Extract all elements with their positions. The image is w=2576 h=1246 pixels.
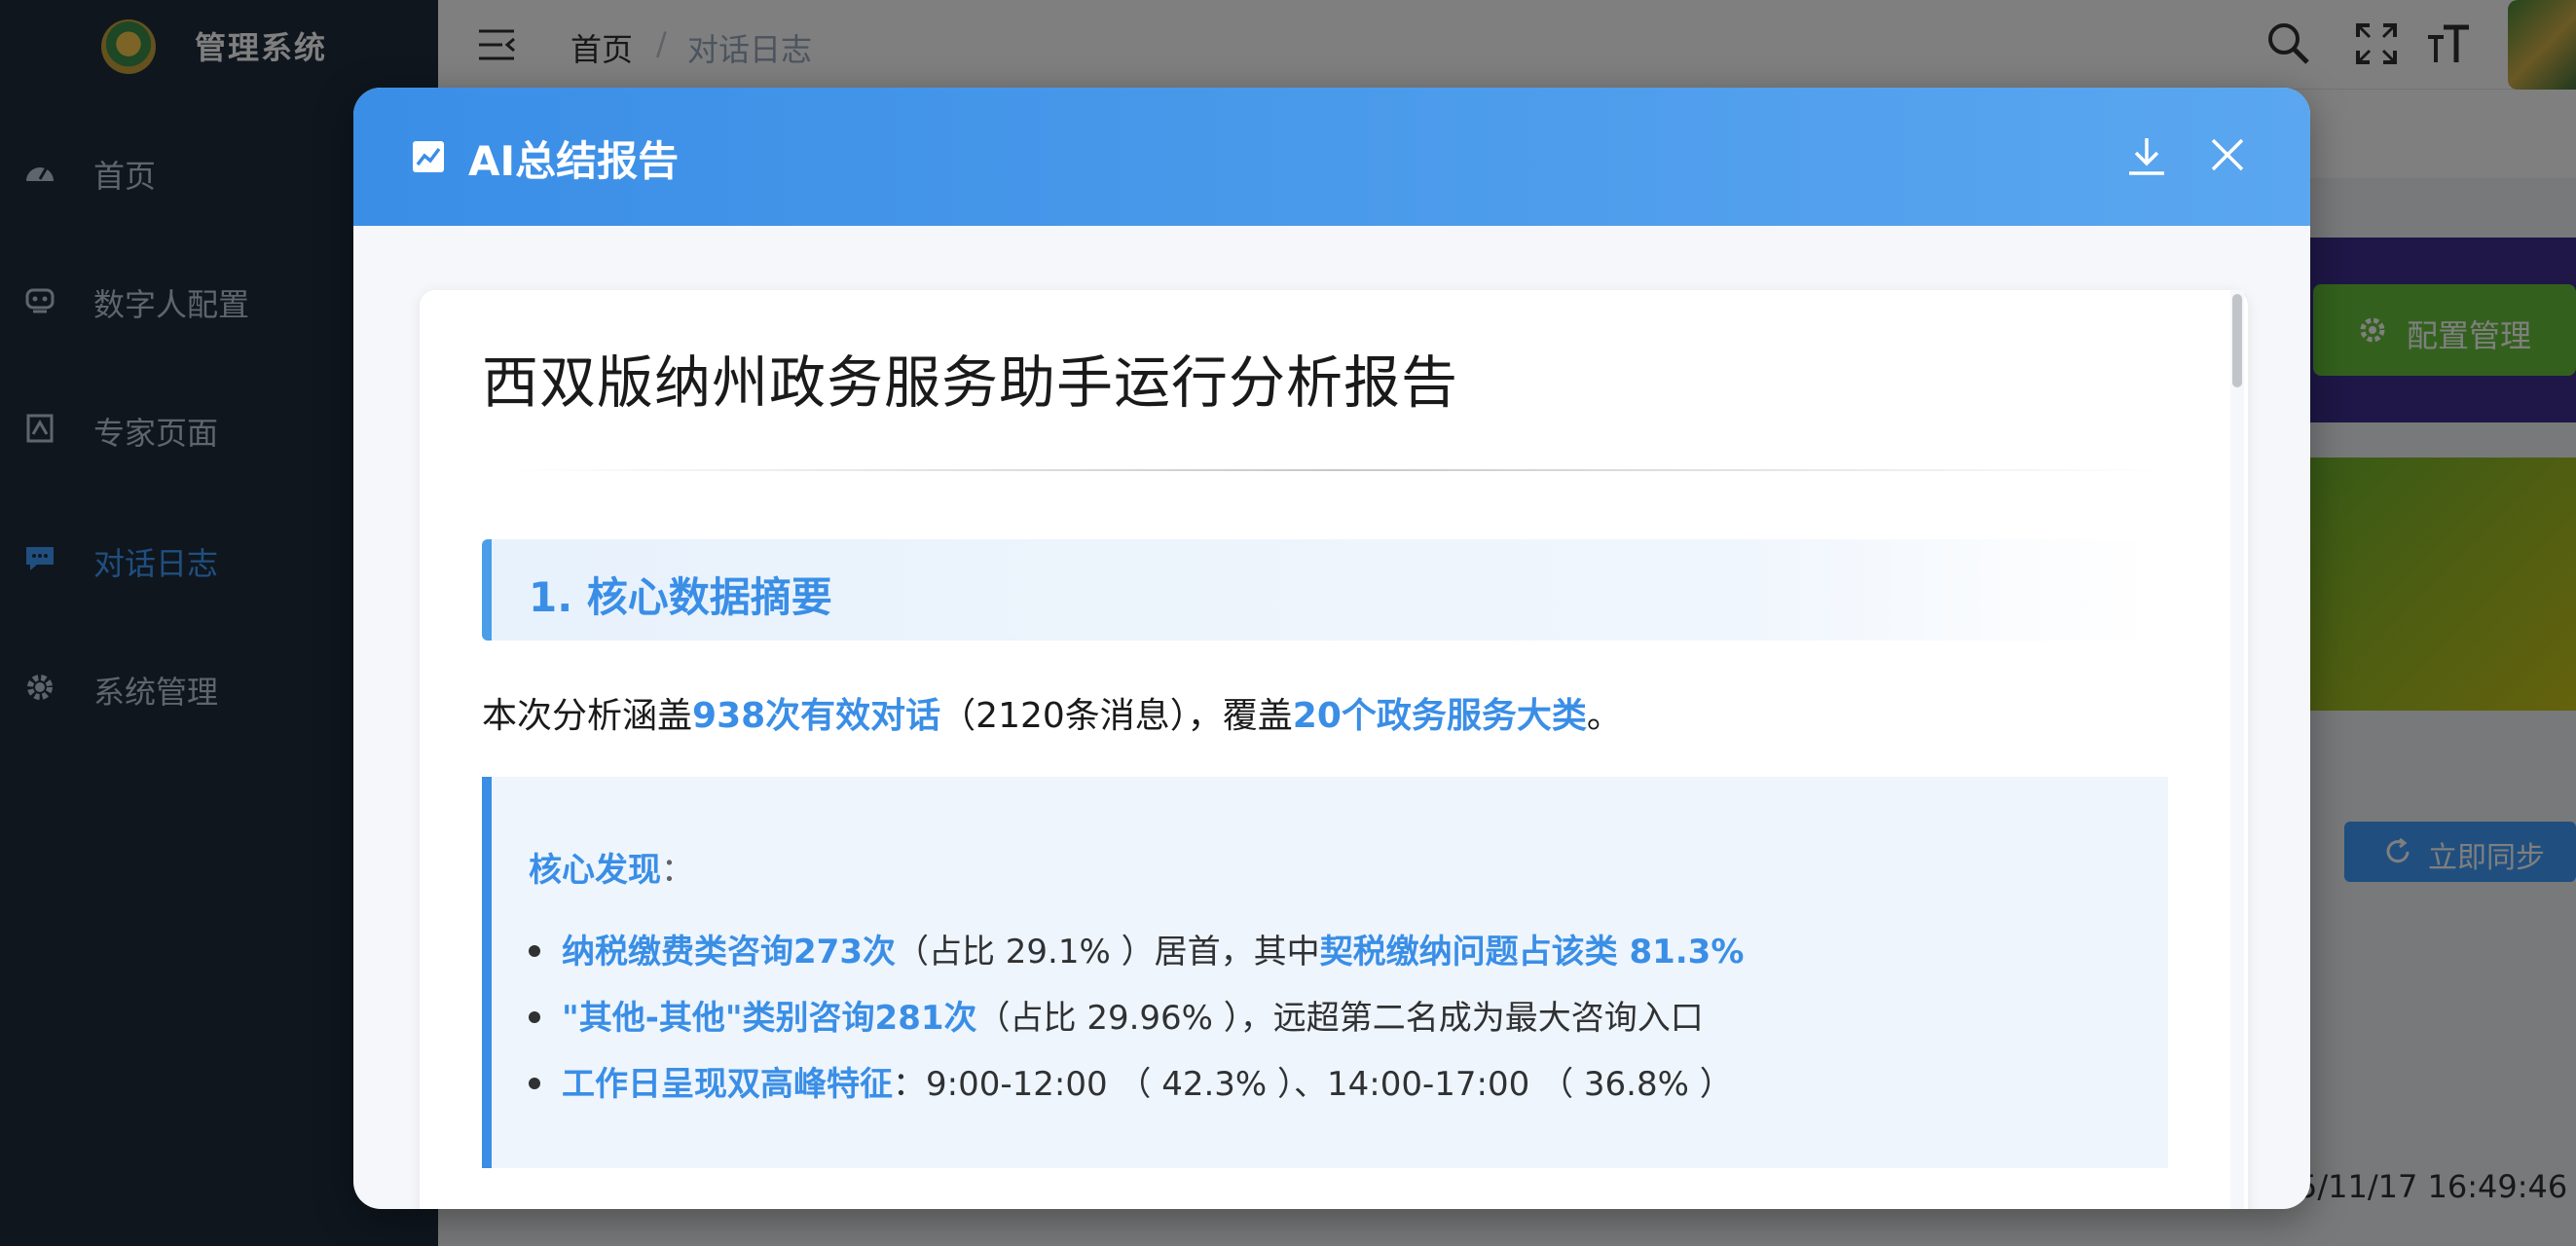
ai-report-dialog: AI总结报告 西双版纳州政务服务助手运行分析报告 1. 核心数据摘要 本次分析涵… xyxy=(353,88,2310,1209)
summary-paragraph: 本次分析涵盖938次有效对话（2120条消息），覆盖20个政务服务大类。 xyxy=(482,687,1622,738)
list-item: 工作日呈现双高峰特征：9:00-12:00 （ 42.3% ）、14:00-17… xyxy=(529,1057,1733,1105)
finding-highlight: 契税缴纳问题占该类 81.3% xyxy=(1319,933,1745,971)
list-item: 纳税缴费类咨询273次（占比 29.1% ）居首，其中契税缴纳问题占该类 81.… xyxy=(529,925,1744,972)
dialog-header: AI总结报告 xyxy=(353,88,2310,226)
bullet xyxy=(529,944,540,957)
summary-highlight: 20个政务服务大类 xyxy=(1292,696,1587,736)
section-header: 1. 核心数据摘要 xyxy=(482,539,2156,641)
scrollbar-track[interactable] xyxy=(2230,290,2244,1209)
close-icon[interactable] xyxy=(2209,136,2246,173)
findings-title-colon: ： xyxy=(661,851,694,890)
download-icon[interactable] xyxy=(2125,134,2168,177)
findings-box: 核心发现： 纳税缴费类咨询273次（占比 29.1% ）居首，其中契税缴纳问题占… xyxy=(482,777,2168,1168)
report-title: 西双版纳州政务服务助手运行分析报告 xyxy=(482,349,1459,416)
scrollbar-thumb[interactable] xyxy=(2232,294,2242,387)
report-body: 西双版纳州政务服务助手运行分析报告 1. 核心数据摘要 本次分析涵盖938次有效… xyxy=(420,290,2248,1209)
divider xyxy=(507,469,2162,471)
finding-text: ：9:00-12:00 （ 42.3% ）、14:00-17:00 （ 36.8… xyxy=(893,1065,1733,1104)
summary-text: （2120条消息），覆盖 xyxy=(940,696,1293,736)
summary-text: 。 xyxy=(1586,696,1622,736)
finding-text: （占比 29.1% ）居首，其中 xyxy=(895,933,1320,971)
trend-chart-icon xyxy=(413,141,444,172)
section-title: 1. 核心数据摘要 xyxy=(529,573,832,621)
dialog-title: AI总结报告 xyxy=(468,137,680,185)
finding-highlight: 纳税缴费类咨询273次 xyxy=(562,933,896,971)
finding-text: （占比 29.96% ），远超第二名成为最大咨询入口 xyxy=(976,999,1704,1038)
list-item: "其他-其他"类别咨询281次（占比 29.96% ），远超第二名成为最大咨询入… xyxy=(529,991,1704,1039)
findings-title: 核心发现： xyxy=(529,843,694,891)
summary-text: 本次分析涵盖 xyxy=(482,696,693,736)
bullet xyxy=(529,1010,540,1023)
summary-highlight: 938次有效对话 xyxy=(692,696,941,736)
bullet xyxy=(529,1077,540,1089)
finding-highlight: "其他-其他"类别咨询281次 xyxy=(562,999,977,1038)
finding-highlight: 工作日呈现双高峰特征 xyxy=(562,1065,893,1104)
findings-title-text: 核心发现 xyxy=(529,851,661,890)
